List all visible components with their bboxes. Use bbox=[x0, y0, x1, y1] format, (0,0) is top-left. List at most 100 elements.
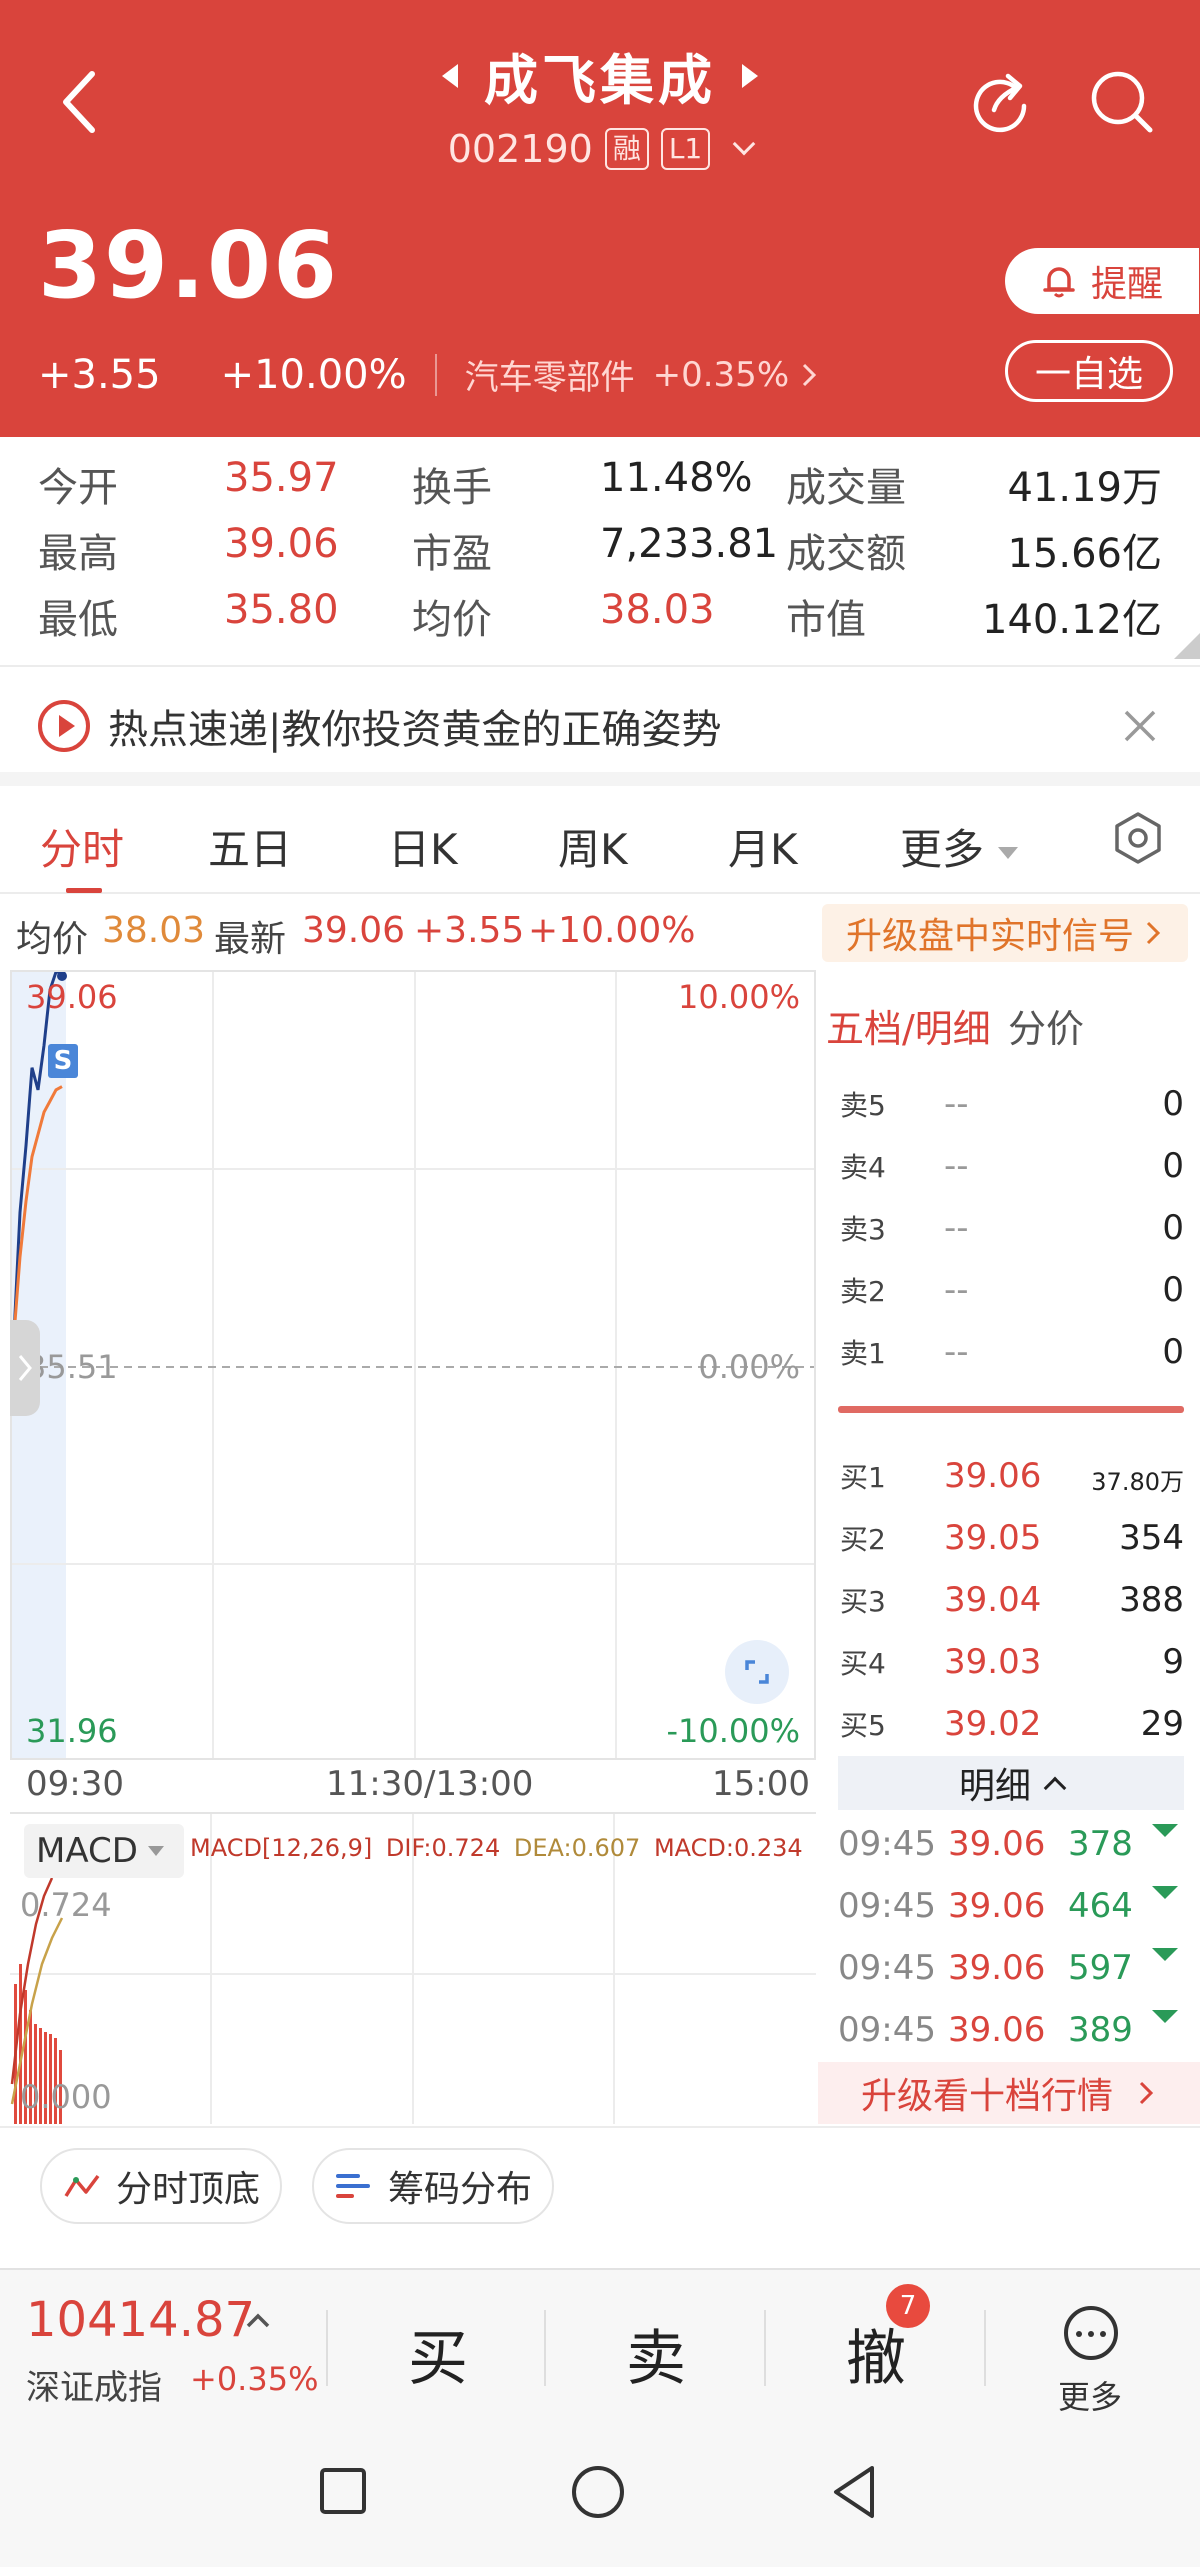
divider bbox=[0, 665, 1200, 667]
back-icon[interactable] bbox=[826, 2462, 882, 2522]
indicator-selector[interactable]: MACD bbox=[24, 1824, 184, 1878]
tab-intraday[interactable]: 分时 bbox=[40, 816, 124, 877]
stock-name: 成飞集成 bbox=[484, 49, 716, 112]
close-icon[interactable] bbox=[1118, 704, 1162, 748]
tick-volume: 389 bbox=[1068, 2010, 1133, 2050]
stat-value: 41.19万 bbox=[1007, 465, 1162, 511]
stat-label: 市盈 bbox=[412, 531, 492, 577]
level-label: 买4 bbox=[840, 1647, 886, 1680]
chart-tabs: 分时 五日 日K 周K 月K 更多 bbox=[0, 786, 1200, 894]
recent-apps-icon[interactable] bbox=[318, 2466, 368, 2516]
tab-weekly-k[interactable]: 周K bbox=[558, 816, 628, 877]
level-price: 39.05 bbox=[944, 1518, 1042, 1558]
stat-label: 最高 bbox=[38, 531, 118, 577]
fullscreen-button[interactable] bbox=[725, 1640, 789, 1704]
buy-button[interactable]: 买 bbox=[408, 2310, 468, 2397]
add-watchlist-button[interactable]: 一自选 bbox=[1005, 340, 1173, 402]
macd-bottom-value: 0.000 bbox=[20, 2078, 112, 2116]
next-stock-icon[interactable] bbox=[742, 63, 758, 88]
divider bbox=[326, 2310, 328, 2386]
buy-level: 买4 39.03 9 bbox=[818, 1632, 1200, 1690]
index-value: 10414.87 bbox=[26, 2292, 256, 2348]
sell-level: 卖2 -- 0 bbox=[818, 1260, 1200, 1318]
chevron-right-icon bbox=[1139, 2081, 1154, 2105]
x-tick-start: 09:30 bbox=[26, 1764, 124, 1804]
level-volume: 29 bbox=[1140, 1704, 1184, 1744]
stat-row: 最低 35.80 均价 38.03 市值 140.12亿 bbox=[0, 587, 1200, 647]
active-tab-indicator bbox=[66, 888, 102, 893]
tick-volume: 464 bbox=[1068, 1886, 1133, 1926]
divider bbox=[984, 2310, 986, 2386]
sell-level: 卖4 -- 0 bbox=[818, 1136, 1200, 1194]
upgrade-signal-button[interactable]: 升级盘中实时信号 bbox=[822, 904, 1188, 962]
macd-value: MACD:0.234 bbox=[653, 1834, 803, 1862]
chip-distribution-button[interactable]: 筹码分布 bbox=[312, 2148, 555, 2224]
chevron-up-icon bbox=[246, 2313, 270, 2328]
detail-label: 明细 bbox=[958, 1766, 1031, 1807]
alert-label: 提醒 bbox=[1090, 264, 1163, 305]
macd-top-value: 0.724 bbox=[20, 1886, 112, 1924]
tab-monthly-k[interactable]: 月K bbox=[728, 816, 798, 877]
detail-header[interactable]: 明细 bbox=[838, 1756, 1184, 1810]
change-row: +3.55 +10.00% 汽车零部件 +0.35% bbox=[38, 350, 821, 399]
divider bbox=[0, 2126, 1200, 2128]
divider bbox=[544, 2310, 546, 2386]
level-price: 39.06 bbox=[944, 1456, 1042, 1496]
price-change: +3.55 bbox=[38, 351, 161, 398]
sell-level: 卖3 -- 0 bbox=[818, 1198, 1200, 1256]
prev-stock-icon[interactable] bbox=[442, 63, 458, 88]
home-icon[interactable] bbox=[570, 2464, 626, 2520]
indicator-selector-label: MACD bbox=[36, 1831, 138, 1871]
sell-button[interactable]: 卖 bbox=[626, 2310, 686, 2397]
news-text: 热点速递|教你投资黄金的正确姿势 bbox=[108, 707, 722, 753]
stat-label: 最低 bbox=[38, 597, 118, 643]
upgrade-level10-button[interactable]: 升级看十档行情 bbox=[818, 2062, 1200, 2124]
pending-count-badge: 7 bbox=[886, 2284, 930, 2328]
intraday-chart[interactable]: 39.06 35.51 31.96 10.00% 0.00% -10.00% S bbox=[10, 970, 816, 1760]
tick-price: 39.06 bbox=[948, 1824, 1046, 1864]
search-icon[interactable] bbox=[1086, 66, 1158, 138]
x-tick-mid: 11:30/13:00 bbox=[326, 1764, 534, 1804]
expand-stats-icon[interactable] bbox=[1174, 633, 1200, 659]
news-banner[interactable]: 热点速递|教你投资黄金的正确姿势 bbox=[0, 680, 1200, 772]
level-volume: 0 bbox=[1162, 1084, 1184, 1124]
system-navigation-bar bbox=[0, 2416, 1200, 2567]
chart-drag-handle[interactable] bbox=[10, 1320, 40, 1416]
caret-down-icon bbox=[147, 1846, 164, 1856]
current-price: 39.06 bbox=[38, 212, 340, 319]
tick-volume: 597 bbox=[1068, 1948, 1133, 1988]
stat-label: 今开 bbox=[38, 465, 118, 511]
y-left-top: 39.06 bbox=[26, 978, 118, 1016]
tab-daily-k[interactable]: 日K bbox=[388, 816, 458, 877]
sector-link[interactable]: 汽车零部件 bbox=[465, 350, 635, 399]
settings-icon[interactable] bbox=[1110, 810, 1166, 866]
level-price: 39.04 bbox=[944, 1580, 1042, 1620]
level-price: -- bbox=[944, 1146, 969, 1186]
trade-tick: 09:45 39.06 597 bbox=[818, 1936, 1200, 1996]
level-price: -- bbox=[944, 1084, 969, 1124]
share-icon[interactable] bbox=[964, 66, 1036, 138]
level-price: -- bbox=[944, 1270, 969, 1310]
level-label: 卖1 bbox=[840, 1337, 886, 1370]
price-distribution-tab[interactable]: 分价 bbox=[1008, 998, 1084, 1053]
divider bbox=[434, 353, 437, 396]
caret-down-icon bbox=[998, 846, 1019, 859]
order-book-tab[interactable]: 五档/明细 bbox=[826, 998, 991, 1053]
tab-more[interactable]: 更多 bbox=[900, 816, 1019, 877]
tab-five-day[interactable]: 五日 bbox=[208, 816, 292, 877]
pill-label: 筹码分布 bbox=[388, 2169, 533, 2210]
stat-value: 35.97 bbox=[224, 455, 339, 501]
pill-label: 分时顶底 bbox=[116, 2169, 261, 2210]
stat-label: 换手 bbox=[412, 465, 492, 511]
buy-level: 买2 39.05 354 bbox=[818, 1508, 1200, 1566]
stat-value: 11.48% bbox=[600, 455, 753, 501]
chevron-right-icon bbox=[803, 363, 817, 386]
chevron-right-icon bbox=[1146, 921, 1161, 945]
sell-arrow-icon bbox=[1152, 1886, 1178, 1899]
index-name: 深证成指 bbox=[26, 2368, 162, 2408]
alert-button[interactable]: 提醒 bbox=[1005, 248, 1199, 314]
chevron-down-icon[interactable] bbox=[732, 132, 756, 156]
signal-marker[interactable]: S bbox=[48, 1044, 78, 1078]
intraday-top-bottom-button[interactable]: 分时顶底 bbox=[40, 2148, 283, 2224]
index-pct: +0.35% bbox=[190, 2360, 319, 2398]
